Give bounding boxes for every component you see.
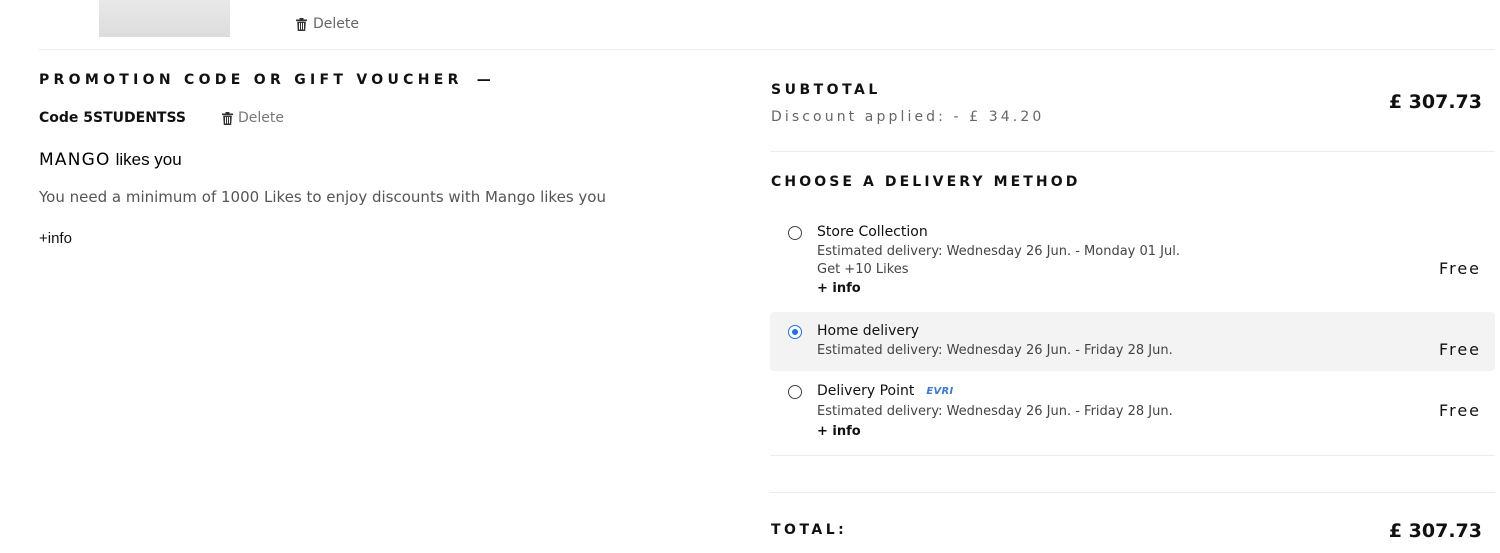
- option-likes-bonus: Get +10 Likes: [817, 262, 909, 277]
- promo-title-text: PROMOTION CODE OR GIFT VOUCHER: [39, 72, 463, 88]
- option-name-row: Delivery Point EVRI: [817, 383, 954, 399]
- subtotal-label: SUBTOTAL: [771, 82, 881, 98]
- likes-you-text: likes you: [115, 150, 182, 169]
- option-more-info-link[interactable]: + info: [817, 424, 861, 439]
- option-price: Free: [1439, 259, 1481, 278]
- discount-applied-text: Discount applied: - £ 34.20: [771, 109, 1045, 125]
- home-delivery-radio[interactable]: [788, 325, 802, 339]
- mango-logo: MANGO: [39, 150, 111, 170]
- delivery-option-store-collection[interactable]: Store Collection Estimated delivery: Wed…: [770, 213, 1495, 310]
- mango-likes-you-heading: MANGO likes you: [39, 150, 182, 170]
- option-estimate: Estimated delivery: Wednesday 26 Jun. - …: [817, 244, 1180, 259]
- option-estimate: Estimated delivery: Wednesday 26 Jun. - …: [817, 404, 1173, 419]
- promo-section-title: PROMOTION CODE OR GIFT VOUCHER —: [39, 72, 491, 88]
- subtotal-amount: £ 307.73: [1388, 91, 1482, 113]
- item-delete-label: Delete: [313, 16, 359, 32]
- delivery-option-home-delivery[interactable]: Home delivery Estimated delivery: Wednes…: [770, 312, 1495, 371]
- option-price: Free: [1439, 401, 1481, 420]
- trash-icon: [296, 17, 307, 31]
- divider: [770, 151, 1495, 152]
- option-more-info-link[interactable]: + info: [817, 281, 861, 296]
- divider: [39, 49, 1495, 50]
- likes-more-info-link[interactable]: +info: [39, 230, 72, 247]
- product-thumbnail[interactable]: [99, 0, 230, 37]
- divider: [770, 455, 1495, 456]
- option-estimate: Estimated delivery: Wednesday 26 Jun. - …: [817, 343, 1173, 358]
- option-name: Delivery Point: [817, 383, 915, 399]
- total-label: TOTAL:: [771, 522, 848, 538]
- item-delete-button[interactable]: Delete: [296, 16, 359, 32]
- promo-collapse-button[interactable]: —: [477, 72, 491, 88]
- code-delete-label: Delete: [238, 110, 285, 126]
- option-name: Home delivery: [817, 323, 920, 339]
- delivery-method-title: CHOOSE A DELIVERY METHOD: [771, 174, 1081, 190]
- delivery-point-radio[interactable]: [788, 385, 802, 399]
- store-collection-radio[interactable]: [788, 226, 802, 240]
- divider: [770, 492, 1495, 493]
- applied-code-label: Code 5STUDENTSS: [39, 110, 187, 126]
- applied-code-row: Code 5STUDENTSS Delete: [39, 110, 284, 126]
- option-price: Free: [1439, 340, 1481, 359]
- evri-carrier-logo: EVRI: [926, 385, 954, 397]
- total-amount: £ 307.73: [1388, 520, 1482, 542]
- code-delete-button[interactable]: Delete: [222, 110, 284, 126]
- trash-icon: [222, 111, 234, 125]
- option-name: Store Collection: [817, 224, 928, 240]
- delivery-option-delivery-point[interactable]: Delivery Point EVRI Estimated delivery: …: [770, 372, 1495, 452]
- likes-info-text: You need a minimum of 1000 Likes to enjo…: [39, 188, 606, 206]
